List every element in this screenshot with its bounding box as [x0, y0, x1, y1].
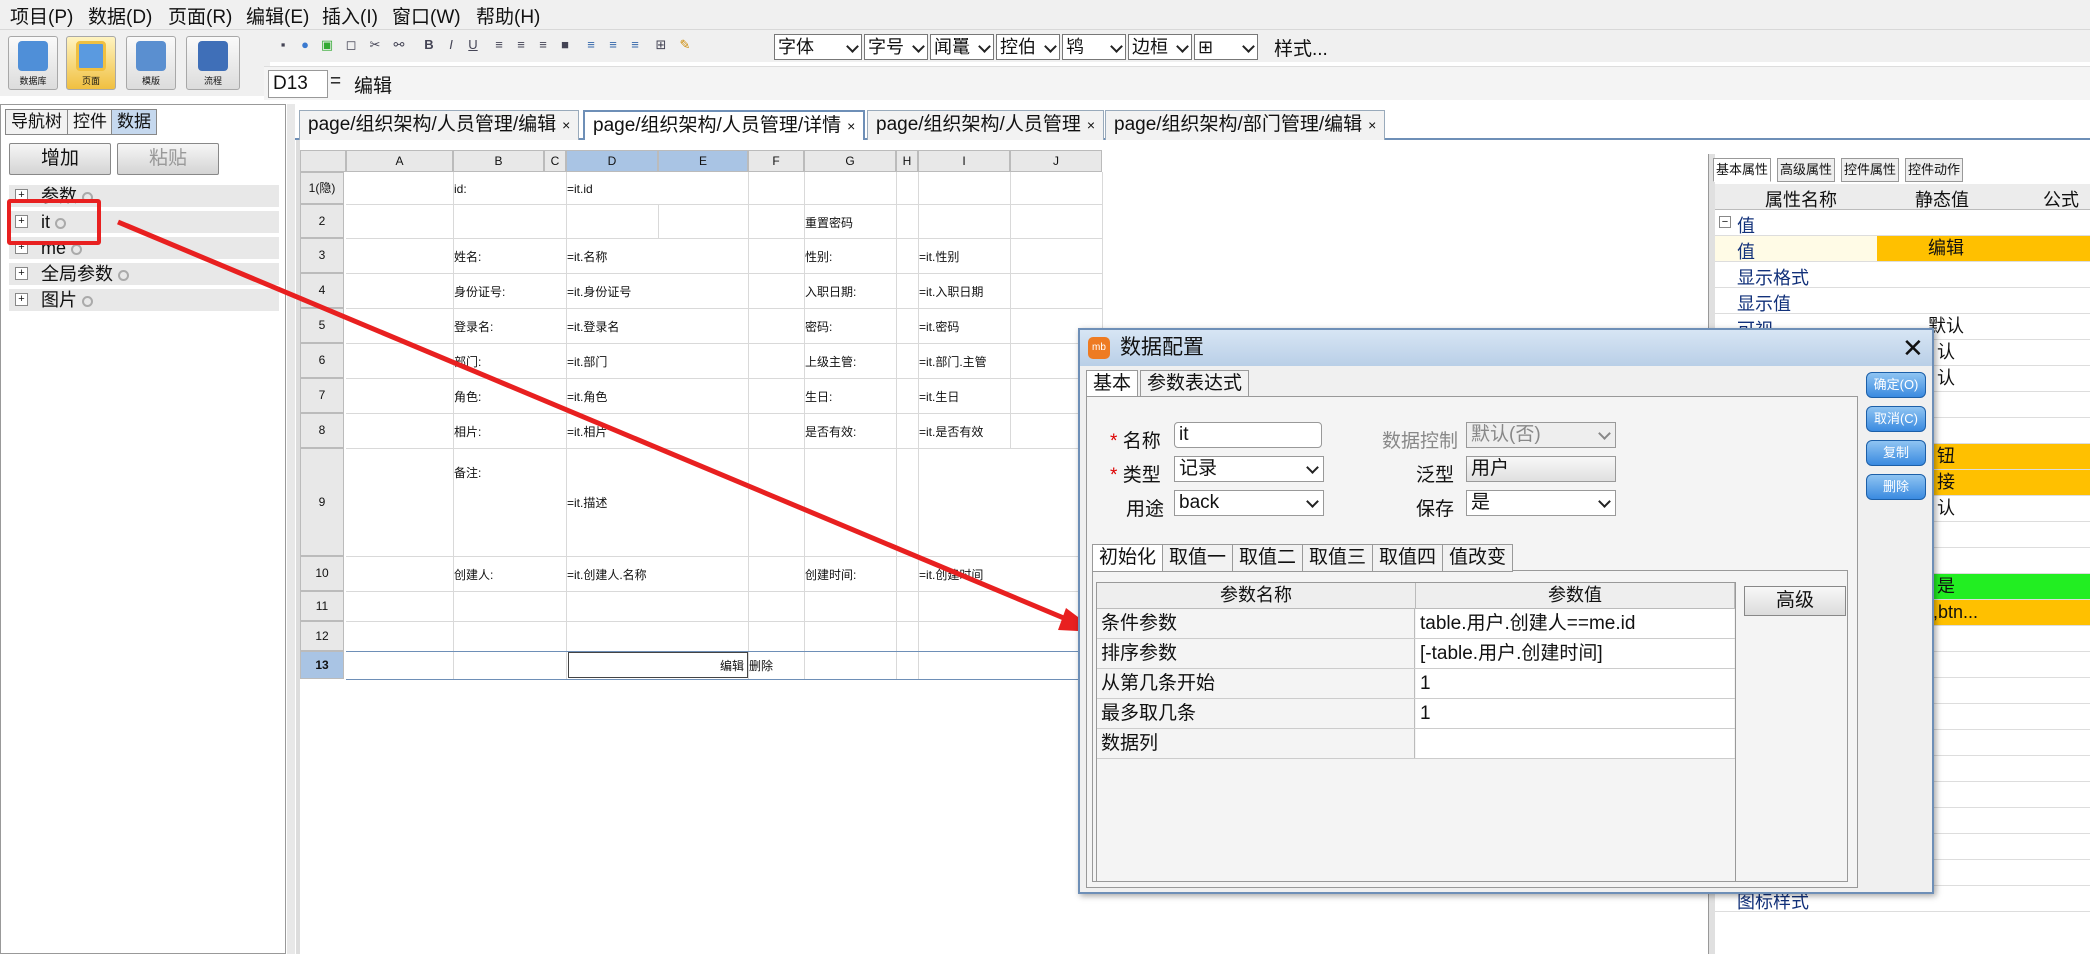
data-control-select[interactable]: 默认(否) — [1466, 422, 1616, 448]
save-select[interactable]: 是 — [1466, 490, 1616, 516]
tab-param-expression[interactable]: 参数表达式 — [1140, 370, 1250, 398]
param-value[interactable]: 1 — [1416, 699, 1734, 728]
param-name: 条件参数 — [1097, 609, 1415, 638]
param-name: 排序参数 — [1097, 639, 1415, 668]
data-control-label: 数据控制 — [1382, 431, 1459, 452]
ok-button[interactable]: 确定(O) — [1866, 372, 1926, 398]
dialog-title: 数据配置 — [1120, 336, 1204, 359]
save-label: 保存 — [1416, 499, 1455, 520]
param-row[interactable]: 数据列 — [1097, 729, 1735, 759]
data-config-dialog: mb 数据配置 ✕ 基本 参数表达式 确定(O) 取消(C) 复制 删除 * 名… — [1078, 328, 1934, 894]
param-row[interactable]: 条件参数 table.用户.创建人==me.id — [1097, 609, 1735, 639]
tab-value-change[interactable]: 值改变 — [1442, 544, 1514, 572]
param-value[interactable]: [-table.用户.创建时间] — [1416, 639, 1734, 668]
param-row[interactable]: 排序参数 [-table.用户.创建时间] — [1097, 639, 1735, 669]
param-row[interactable]: 从第几条开始 1 — [1097, 669, 1735, 699]
delete-button[interactable]: 删除 — [1866, 474, 1926, 500]
generic-button[interactable]: 用户 — [1466, 456, 1616, 482]
param-name: 最多取几条 — [1097, 699, 1415, 728]
param-value[interactable]: table.用户.创建人==me.id — [1416, 609, 1734, 638]
chevron-down-icon — [1306, 495, 1319, 508]
param-name: 数据列 — [1097, 729, 1415, 758]
col-param-value: 参数值 — [1416, 583, 1735, 609]
use-select[interactable]: back — [1174, 490, 1324, 516]
tab-value-1[interactable]: 取值一 — [1162, 544, 1234, 572]
chevron-down-icon — [1598, 495, 1611, 508]
tab-basic[interactable]: 基本 — [1086, 370, 1139, 398]
advanced-button[interactable]: 高级 — [1744, 586, 1846, 616]
app-logo-icon: mb — [1088, 337, 1110, 359]
tab-value-3[interactable]: 取值三 — [1302, 544, 1374, 572]
type-select[interactable]: 记录 — [1174, 456, 1324, 482]
chevron-down-icon — [1598, 427, 1611, 440]
chevron-down-icon — [1306, 461, 1319, 474]
arrow-line — [117, 219, 1079, 627]
copy-button[interactable]: 复制 — [1866, 440, 1926, 466]
use-label: 用途 — [1126, 499, 1165, 520]
generic-label: 泛型 — [1416, 465, 1455, 486]
name-input[interactable]: it — [1174, 422, 1322, 448]
param-table: 参数名称 参数值 条件参数 table.用户.创建人==me.id 排序参数 [-ta… — [1096, 582, 1736, 882]
param-row[interactable]: 最多取几条 1 — [1097, 699, 1735, 729]
param-value[interactable] — [1416, 729, 1734, 758]
param-name: 从第几条开始 — [1097, 669, 1415, 698]
tab-value-2[interactable]: 取值二 — [1232, 544, 1304, 572]
cancel-button[interactable]: 取消(C) — [1866, 406, 1926, 432]
dialog-title-bar[interactable]: mb 数据配置 ✕ — [1080, 330, 1932, 366]
close-icon[interactable]: ✕ — [1902, 330, 1924, 366]
param-value[interactable]: 1 — [1416, 669, 1734, 698]
tab-init[interactable]: 初始化 — [1092, 544, 1164, 572]
tab-value-4[interactable]: 取值四 — [1372, 544, 1444, 572]
col-param-name: 参数名称 — [1097, 583, 1416, 609]
name-label: * 名称 — [1110, 431, 1161, 452]
type-label: * 类型 — [1110, 465, 1161, 486]
